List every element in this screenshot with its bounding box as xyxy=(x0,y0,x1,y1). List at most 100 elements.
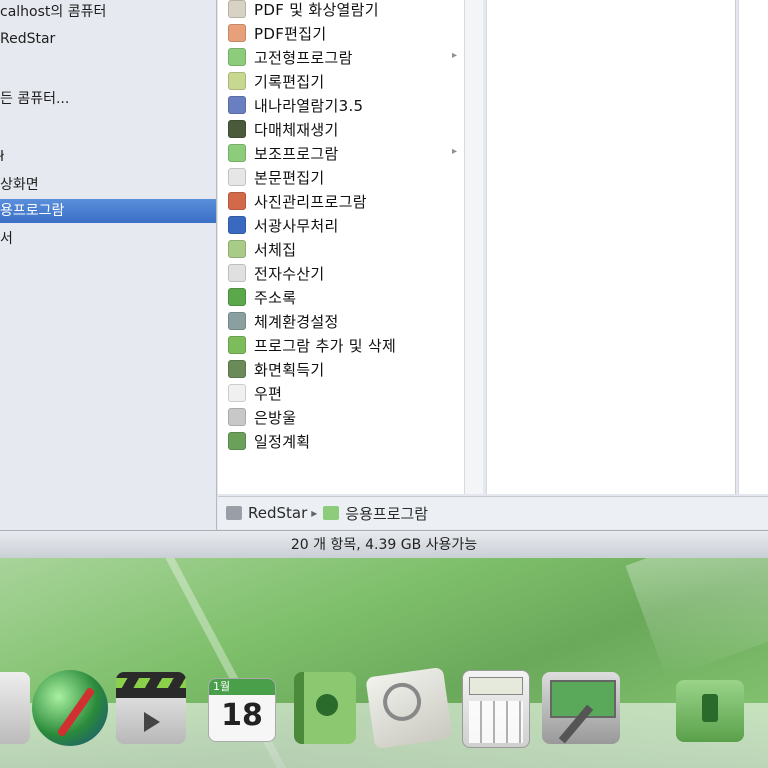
mail-icon xyxy=(228,384,246,402)
office-icon xyxy=(228,216,246,234)
desktop: 1월 18 xyxy=(0,558,768,768)
app-label: 일정계획 xyxy=(254,432,311,451)
path-bar: RedStar ▸ 응용프로그람 xyxy=(218,496,768,529)
app-label: 프로그람 추가 및 삭제 xyxy=(254,336,397,355)
bell-icon xyxy=(228,408,246,426)
sidebar: calhost의 콤퓨터 RedStar 든 콤퓨터... ł 상화면 용프로그… xyxy=(0,0,217,530)
finder-window: calhost의 콤퓨터 RedStar 든 콤퓨터... ł 상화면 용프로그… xyxy=(0,0,768,560)
app-item[interactable]: 내나라열람기3.5 xyxy=(228,93,363,117)
document-viewer-icon[interactable] xyxy=(365,666,453,750)
submenu-arrow-icon: ▸ xyxy=(452,146,458,157)
sidebar-item-documents[interactable]: 서 xyxy=(0,227,216,251)
app-item[interactable]: 주소록 xyxy=(228,285,296,309)
app-label: 고전형프로그람 xyxy=(254,48,353,67)
app-item[interactable]: 보조프로그람 xyxy=(228,141,339,165)
wallpaper-glow xyxy=(625,558,768,679)
app-label: 전자수산기 xyxy=(254,264,325,283)
app-label: 내나라열람기3.5 xyxy=(254,96,364,115)
calendar-icon[interactable]: 1월 18 xyxy=(208,678,276,742)
pdf-viewer-icon xyxy=(228,0,246,18)
font-book-icon xyxy=(228,240,246,258)
add-remove-programs-icon xyxy=(228,336,246,354)
extra-column xyxy=(738,0,768,494)
calculator-keys xyxy=(469,701,523,743)
system-settings-icon[interactable] xyxy=(542,672,620,744)
preview-column xyxy=(486,0,736,494)
clapper-stripes xyxy=(116,678,186,688)
sidebar-item-home[interactable]: ł xyxy=(0,145,216,169)
app-label: PDF편집기 xyxy=(254,24,327,43)
path-separator: ▸ xyxy=(311,506,318,520)
path-root[interactable]: RedStar xyxy=(248,504,307,522)
folder-icon xyxy=(228,48,246,66)
app-label: 우편 xyxy=(254,384,283,403)
app-label: 다매체재생기 xyxy=(254,120,339,139)
calendar-day: 18 xyxy=(221,698,263,733)
app-item[interactable]: PDF 및 화상열람기 xyxy=(228,0,379,21)
app-label: PDF 및 화상열람기 xyxy=(254,0,379,19)
calculator-display xyxy=(469,677,523,695)
app-item[interactable]: 사진관리프로그람 xyxy=(228,189,367,213)
screenshot-icon xyxy=(228,360,246,378)
sidebar-item-applications[interactable]: 용프로그람 xyxy=(0,199,216,223)
status-bar: 20 개 항목, 4.39 GB 사용가능 xyxy=(0,530,768,560)
folder-icon xyxy=(228,144,246,162)
folder-icon[interactable] xyxy=(676,680,744,742)
app-label: 서광사무처리 xyxy=(254,216,339,235)
sidebar-item-localhost[interactable]: calhost의 콤퓨터 xyxy=(0,0,216,24)
browser-globe-icon[interactable] xyxy=(32,670,108,746)
app-item[interactable]: 전자수산기 xyxy=(228,261,325,285)
submenu-arrow-icon: ▸ xyxy=(452,50,458,61)
app-label: 화면획득기 xyxy=(254,360,325,379)
photo-manager-icon xyxy=(228,192,246,210)
media-player-icon[interactable] xyxy=(116,672,186,744)
app-item[interactable]: 서체집 xyxy=(228,237,296,261)
address-book-icon xyxy=(228,288,246,306)
status-text: 20 개 항목, 4.39 GB 사용가능 xyxy=(290,537,478,553)
app-item[interactable]: 우편 xyxy=(228,381,282,405)
system-settings-icon xyxy=(228,312,246,330)
app-label: 기록편집기 xyxy=(254,72,325,91)
calendar-month: 1월 xyxy=(209,679,275,695)
app-label: 사진관리프로그람 xyxy=(254,192,367,211)
calculator-icon xyxy=(228,264,246,282)
app-label: 서체집 xyxy=(254,240,297,259)
sidebar-item-redstar[interactable]: RedStar xyxy=(0,27,216,51)
app-label: 본문편집기 xyxy=(254,168,325,187)
computer-icon xyxy=(226,506,242,520)
app-label: 보조프로그람 xyxy=(254,144,339,163)
play-icon xyxy=(144,712,160,732)
address-book-icon[interactable] xyxy=(294,672,356,744)
person-icon xyxy=(316,694,338,716)
calculator-icon[interactable] xyxy=(462,670,530,748)
media-player-icon xyxy=(228,120,246,138)
calendar-icon xyxy=(228,432,246,450)
app-item[interactable]: PDF편집기 xyxy=(228,21,326,45)
app-item[interactable]: 은방울 xyxy=(228,405,296,429)
app-item[interactable]: 본문편집기 xyxy=(228,165,325,189)
notepad-icon xyxy=(228,72,246,90)
sidebar-item-desktop[interactable]: 상화면 xyxy=(0,173,216,197)
app-item[interactable]: 프로그람 추가 및 삭제 xyxy=(228,333,396,357)
app-item[interactable]: 서광사무처리 xyxy=(228,213,339,237)
column-scrollbar[interactable] xyxy=(464,0,483,494)
sidebar-item-all-computers[interactable]: 든 콤퓨터... xyxy=(0,87,216,111)
app-label: 은방울 xyxy=(254,408,297,427)
pdf-editor-icon xyxy=(228,24,246,42)
app-item[interactable]: 일정계획 xyxy=(228,429,310,453)
path-current[interactable]: 응용프로그람 xyxy=(345,503,428,524)
app-label: 주소록 xyxy=(254,288,297,307)
app-item[interactable]: 화면획득기 xyxy=(228,357,325,381)
magnifier-icon xyxy=(380,680,424,724)
app-label: 체계환경설정 xyxy=(254,312,339,331)
app-item[interactable]: 기록편집기 xyxy=(228,69,325,93)
browser-globe-icon xyxy=(228,96,246,114)
files-icon[interactable] xyxy=(0,672,30,744)
app-item[interactable]: 체계환경설정 xyxy=(228,309,339,333)
folder-emblem xyxy=(702,694,718,722)
browser-globe-swoosh xyxy=(56,686,96,738)
app-item[interactable]: 고전형프로그람 xyxy=(228,45,353,69)
folder-icon xyxy=(323,506,340,520)
app-item[interactable]: 다매체재생기 xyxy=(228,117,339,141)
text-editor-icon xyxy=(228,168,246,186)
